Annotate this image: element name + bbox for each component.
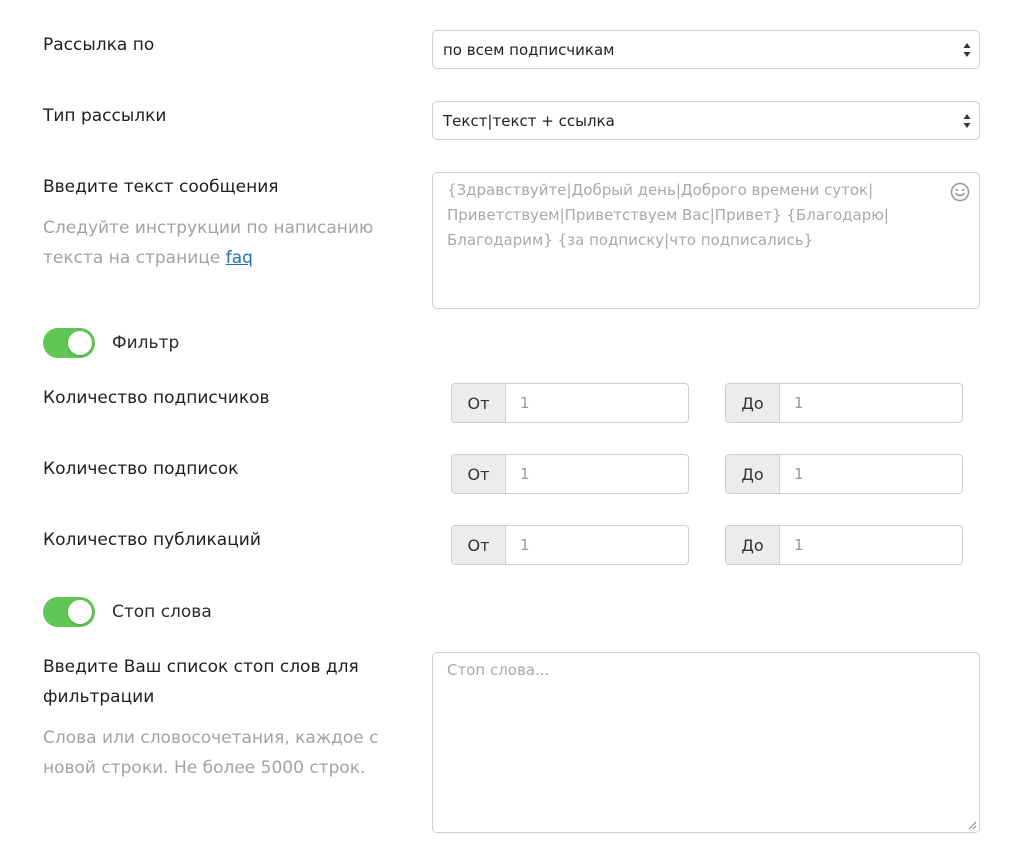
publications-from-input[interactable]: 1	[506, 526, 688, 564]
subscribers-to-input[interactable]: 1	[780, 384, 962, 422]
stopwords-toggle-label: Стоп слова	[112, 602, 212, 622]
smile-icon[interactable]	[950, 182, 970, 202]
filter-toggle-knob	[68, 331, 92, 355]
message-hint-text: Следуйте инструкции по написанию текста …	[43, 218, 374, 268]
mailing-type-select-value: Текст|текст + ссылка	[443, 111, 615, 130]
mailing-type-select[interactable]: Текст|текст + ссылка	[432, 101, 980, 140]
from-addon: От	[452, 455, 506, 493]
to-addon: До	[726, 384, 780, 422]
stopwords-hint-line2: новой строки. Не более 5000 строк.	[43, 758, 366, 778]
placeholder-line-1: {Здравствуйте|Добрый день|Доброго времен…	[447, 181, 874, 199]
to-addon: До	[726, 526, 780, 564]
stopwords-textarea[interactable]: Стоп слова...	[432, 652, 980, 833]
sort-arrows-icon	[963, 43, 971, 57]
message-hint: Следуйте инструкции по написанию текста …	[43, 213, 388, 273]
placeholder-line-2: Приветствуем|Приветствуем Вас|Привет} {Б…	[447, 206, 889, 224]
publications-to-input[interactable]: 1	[780, 526, 962, 564]
faq-link[interactable]: faq	[226, 248, 253, 268]
subscriptions-to-input[interactable]: 1	[780, 455, 962, 493]
stopwords-label-line1: Введите Ваш список стоп слов для	[43, 657, 359, 677]
publications-to-group[interactable]: До 1	[725, 525, 963, 565]
subscriptions-to-group[interactable]: До 1	[725, 454, 963, 494]
resize-handle-icon[interactable]	[967, 820, 977, 830]
stopwords-toggle-knob	[68, 600, 92, 624]
message-label: Введите текст сообщения	[43, 177, 279, 197]
publications-count-label: Количество публикаций	[43, 530, 261, 550]
subscribers-from-group[interactable]: От 1	[451, 383, 689, 423]
mailing-type-label: Тип рассылки	[43, 106, 167, 126]
subscribers-to-group[interactable]: До 1	[725, 383, 963, 423]
stopwords-hint-line1: Слова или словосочетания, каждое с	[43, 728, 379, 748]
subscribers-count-label: Количество подписчиков	[43, 388, 270, 408]
filter-label: Фильтр	[112, 333, 180, 353]
placeholder-line-3: Благодарим} {за подписку|что подписались…	[447, 231, 814, 249]
subscriptions-from-group[interactable]: От 1	[451, 454, 689, 494]
to-addon: До	[726, 455, 780, 493]
mailing-select-value: по всем подписчикам	[443, 40, 615, 59]
stopwords-label-line2: фильтрации	[43, 687, 155, 707]
publications-from-group[interactable]: От 1	[451, 525, 689, 565]
subscriptions-count-label: Количество подписок	[43, 459, 239, 479]
stopwords-toggle[interactable]	[43, 597, 95, 627]
from-addon: От	[452, 384, 506, 422]
subscriptions-from-input[interactable]: 1	[506, 455, 688, 493]
from-addon: От	[452, 526, 506, 564]
filter-toggle[interactable]	[43, 328, 95, 358]
message-textarea[interactable]: {Здравствуйте|Добрый день|Доброго времен…	[432, 172, 980, 309]
mailing-select[interactable]: по всем подписчикам	[432, 30, 980, 69]
sort-arrows-icon	[963, 114, 971, 128]
stopwords-placeholder: Стоп слова...	[447, 661, 550, 679]
mailing-label: Рассылка по	[43, 35, 155, 55]
subscribers-from-input[interactable]: 1	[506, 384, 688, 422]
